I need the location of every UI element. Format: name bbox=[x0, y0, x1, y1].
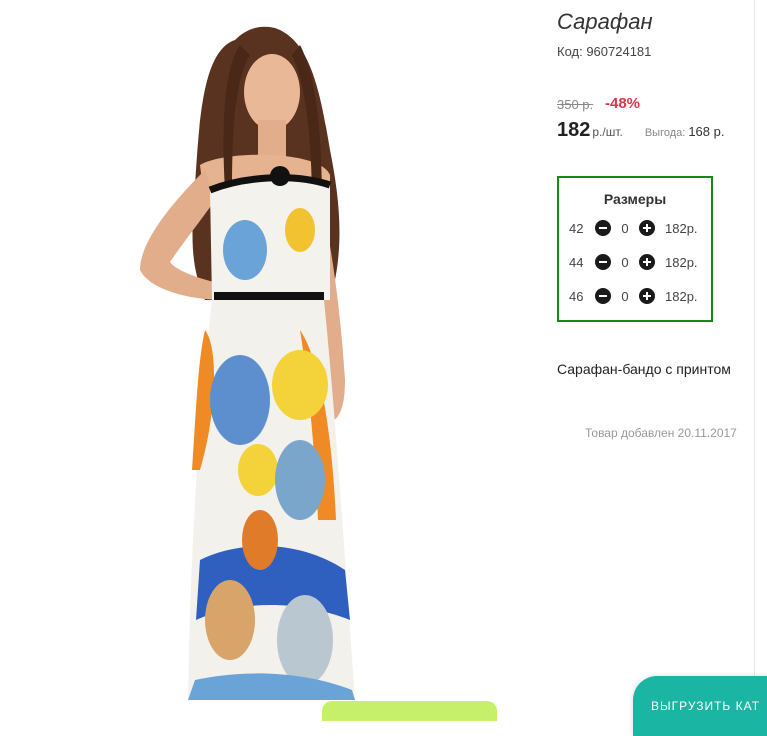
size-row: 46 0 182р. bbox=[569, 286, 698, 306]
plus-icon[interactable] bbox=[639, 220, 655, 236]
export-catalog-label: ВЫГРУЗИТЬ КАТ bbox=[651, 699, 761, 713]
minus-icon[interactable] bbox=[595, 220, 611, 236]
size-price: 182р. bbox=[665, 254, 698, 270]
sizes-panel: Размеры 42 0 182р. 44 0 182р. 46 0 182р. bbox=[557, 176, 713, 322]
benefit-label: Выгода: bbox=[644, 127, 686, 139]
minus-icon[interactable] bbox=[595, 288, 611, 304]
size-label: 44 bbox=[569, 254, 584, 270]
plus-icon[interactable] bbox=[639, 288, 655, 304]
benefit-value: 168 р. bbox=[688, 124, 725, 139]
price-row: 182 р./шт. Выгода: 168 р. bbox=[557, 119, 724, 142]
size-row: 44 0 182р. bbox=[569, 252, 698, 272]
price-unit: р./шт. bbox=[592, 125, 623, 139]
old-price: 350 р. bbox=[557, 97, 594, 112]
product-photo[interactable] bbox=[0, 0, 520, 708]
size-price: 182р. bbox=[665, 220, 698, 236]
product-description: Сарафан-бандо с принтом bbox=[557, 361, 731, 377]
quantity-value: 0 bbox=[621, 220, 629, 236]
export-catalog-button[interactable]: ВЫГРУЗИТЬ КАТ bbox=[633, 676, 767, 736]
size-label: 46 bbox=[569, 288, 584, 304]
price-value: 182 bbox=[557, 119, 591, 141]
sizes-title: Размеры bbox=[603, 191, 667, 207]
product-title: Сарафан bbox=[557, 9, 653, 34]
add-to-cart-tab[interactable] bbox=[322, 701, 497, 721]
size-row: 42 0 182р. bbox=[569, 218, 698, 238]
plus-icon[interactable] bbox=[639, 254, 655, 270]
page-divider bbox=[754, 0, 755, 708]
discount-badge: -48% bbox=[605, 95, 641, 112]
minus-icon[interactable] bbox=[595, 254, 611, 270]
product-code: Код: 960724181 bbox=[557, 44, 652, 59]
quantity-value: 0 bbox=[621, 288, 629, 304]
size-price: 182р. bbox=[665, 288, 698, 304]
added-date: Товар добавлен 20.11.2017 bbox=[585, 426, 737, 440]
quantity-value: 0 bbox=[621, 254, 629, 270]
size-label: 42 bbox=[569, 220, 584, 236]
model-illustration bbox=[140, 26, 355, 700]
